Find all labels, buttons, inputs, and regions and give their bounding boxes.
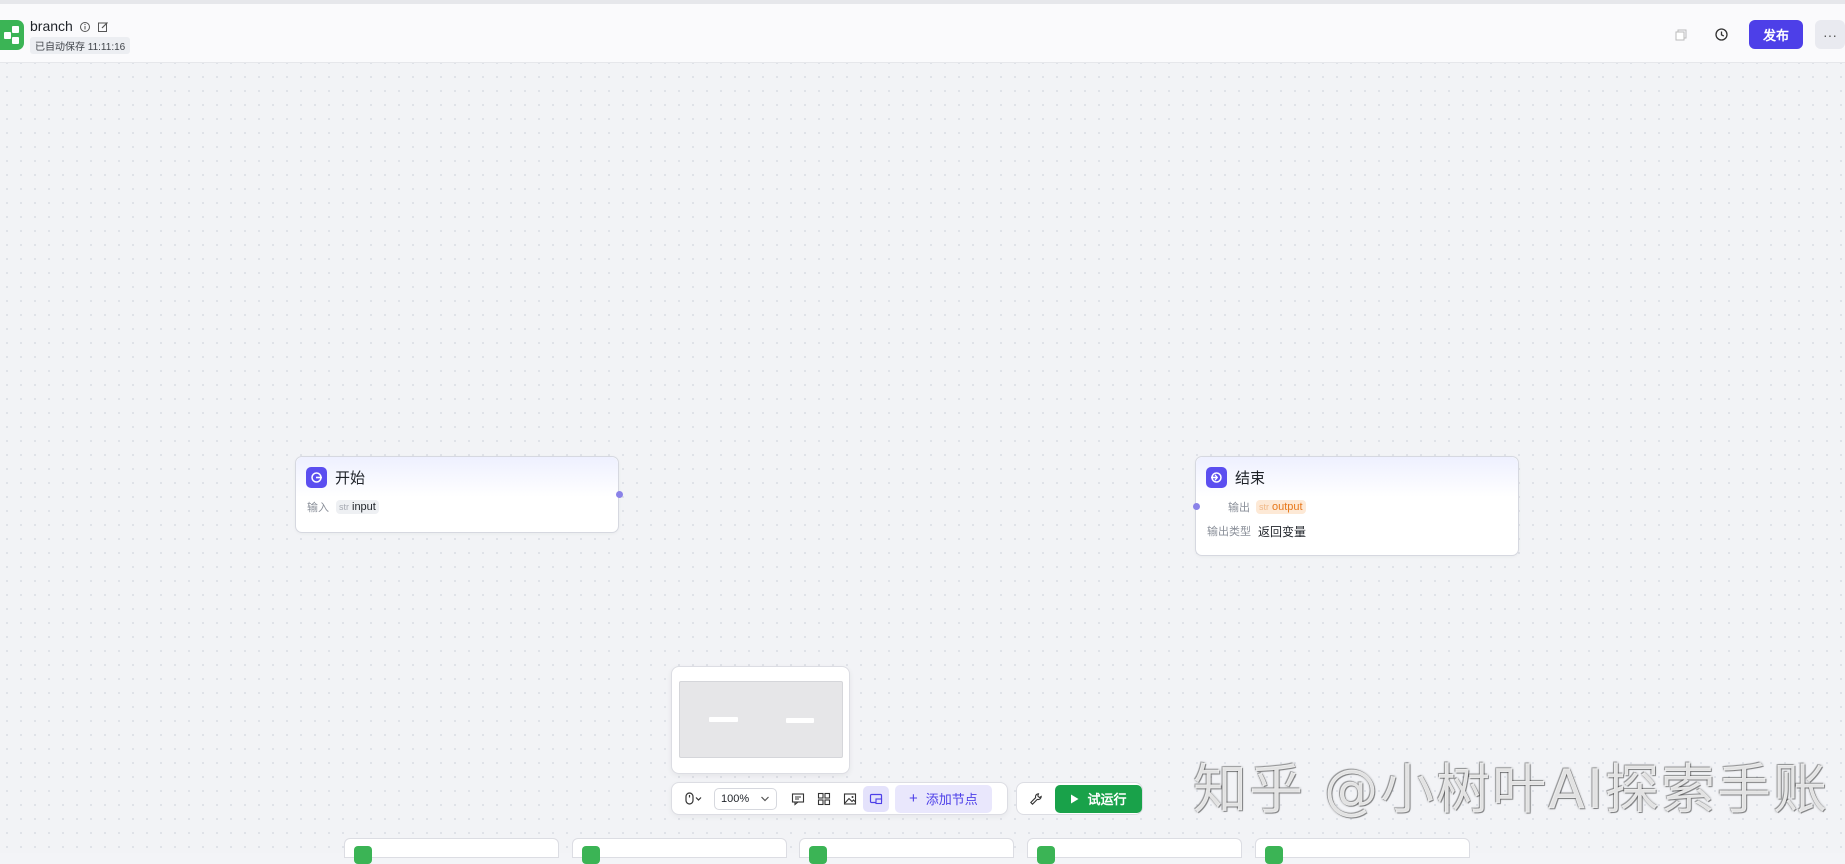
minimap[interactable] — [671, 666, 850, 774]
auto-layout-button[interactable] — [811, 786, 837, 812]
node-card[interactable] — [1255, 838, 1470, 864]
minimap-icon — [869, 793, 883, 804]
zoom-select[interactable]: 100% — [714, 787, 777, 810]
plus-icon: + — [909, 790, 918, 807]
copy-icon[interactable] — [1669, 23, 1693, 47]
run-toolbar: 试运行 — [1016, 782, 1143, 815]
test-run-label: 试运行 — [1087, 792, 1127, 807]
grid-layout-icon — [817, 792, 831, 805]
publish-button[interactable]: 发布 — [1749, 20, 1803, 49]
watermark: 知乎 @小树叶AI探索手账 — [1193, 758, 1830, 821]
autosave-status: 已自动保存 11:11:16 — [30, 37, 131, 54]
end-node[interactable]: 结束 输出 str output 输出类型 返回变量 — [1195, 456, 1519, 556]
image-icon — [843, 792, 857, 805]
node-card-icon — [354, 846, 372, 864]
mouse-mode-button[interactable] — [678, 786, 710, 812]
output-type-value: 返回变量 — [1258, 524, 1307, 539]
start-icon — [306, 466, 327, 488]
node-card[interactable] — [1027, 838, 1242, 864]
node-card-icon — [1265, 846, 1283, 864]
workflow-app-icon — [0, 20, 24, 50]
node-card-icon — [582, 846, 600, 864]
output-label: 输出 — [1228, 502, 1250, 514]
minimap-start-node — [709, 717, 738, 722]
start-output-port[interactable] — [616, 491, 623, 498]
edit-icon[interactable] — [97, 20, 109, 32]
output-variable-name: output — [1272, 501, 1303, 513]
node-card-icon — [1037, 846, 1055, 864]
minimap-viewport[interactable] — [679, 681, 843, 758]
play-icon — [1071, 794, 1079, 803]
end-node-title: 结束 — [1235, 469, 1266, 487]
export-image-button[interactable] — [837, 786, 863, 812]
output-type: str — [1259, 502, 1269, 512]
add-node-button[interactable]: + 添加节点 — [895, 784, 992, 813]
debug-tools-button[interactable] — [1023, 786, 1049, 812]
end-input-port[interactable] — [1193, 503, 1200, 510]
comment-button[interactable] — [785, 786, 811, 812]
output-variable-tag: str output — [1256, 500, 1306, 514]
add-node-label: 添加节点 — [925, 792, 978, 807]
more-button[interactable]: ··· — [1815, 20, 1845, 49]
node-card[interactable] — [344, 838, 559, 864]
input-variable-tag: str input — [336, 500, 379, 514]
chevron-down-icon — [761, 796, 769, 801]
start-node[interactable]: 开始 输入 str input — [295, 456, 619, 533]
workflow-canvas[interactable] — [0, 0, 1845, 853]
minimap-toggle-button[interactable] — [863, 785, 889, 812]
workflow-title: branch — [30, 18, 73, 34]
start-node-title: 开始 — [335, 469, 366, 487]
input-label: 输入 — [307, 502, 329, 514]
wrench-icon — [1030, 792, 1042, 805]
end-icon — [1206, 466, 1227, 488]
output-type-label: 输出类型 — [1207, 526, 1251, 538]
node-card[interactable] — [799, 838, 1014, 864]
minimap-end-node — [786, 718, 814, 723]
top-bar: branch 已自动保存 11:11:16 发布 ··· — [0, 0, 1845, 63]
canvas-toolbar: 100% + 添加节点 — [671, 782, 1008, 815]
zoom-value: 100% — [721, 792, 750, 805]
test-run-button[interactable]: 试运行 — [1055, 784, 1142, 813]
comment-icon — [791, 792, 805, 806]
input-variable-name: input — [352, 501, 376, 513]
node-card[interactable] — [572, 838, 787, 864]
input-type: str — [339, 502, 349, 512]
node-card-icon — [809, 846, 827, 864]
history-icon[interactable] — [1709, 23, 1733, 47]
info-icon[interactable] — [79, 20, 91, 32]
